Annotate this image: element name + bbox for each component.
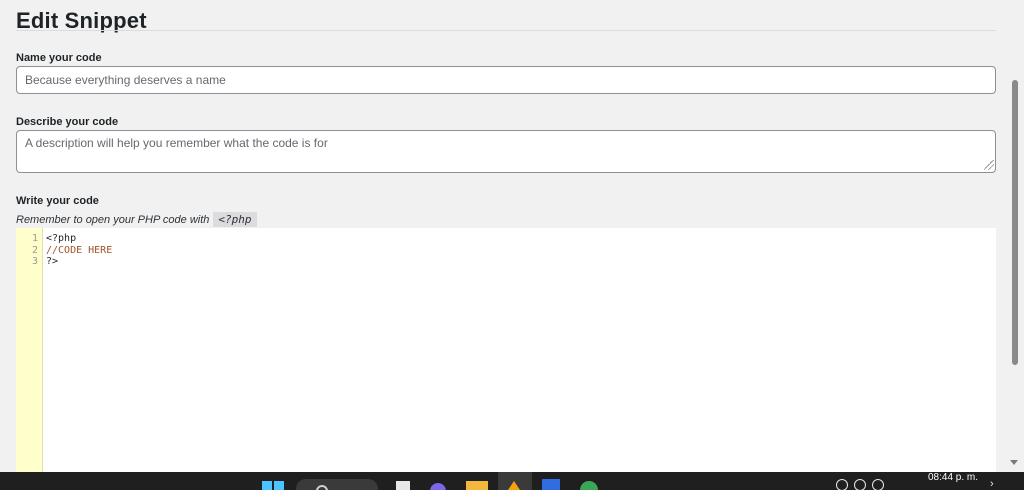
code-content[interactable]: <?php //CODE HERE ?> (46, 233, 112, 268)
taskbar-clock[interactable]: 08:44 p. m. (928, 472, 978, 484)
line-number-gutter: 1 2 3 (16, 228, 43, 472)
code-line[interactable]: <?php (46, 233, 112, 245)
code-editor[interactable]: 1 2 3 <?php //CODE HERE ?> (16, 228, 996, 472)
chat-icon[interactable] (430, 483, 446, 490)
code-line[interactable]: ?> (46, 256, 112, 268)
php-open-tag-chip: <?php (213, 212, 257, 227)
task-view-icon[interactable] (396, 481, 410, 490)
file-explorer-icon[interactable] (466, 481, 488, 490)
code-hint: Remember to open your PHP code with <?php (16, 212, 257, 227)
page-scrollbar[interactable] (1006, 0, 1024, 472)
line-number: 3 (31, 256, 38, 267)
textarea-resize-handle[interactable] (984, 160, 994, 170)
description-label: Describe your code (16, 116, 119, 128)
code-line-comment[interactable]: //CODE HERE (46, 245, 112, 257)
line-number: 2 (31, 244, 38, 256)
code-hint-text: Remember to open your PHP code with (16, 214, 210, 226)
edit-snippet-page: Edit Snippet Name your code Describe you… (0, 0, 1006, 472)
windows-start-icon[interactable] (262, 481, 284, 490)
tray-icon[interactable] (872, 479, 884, 490)
scroll-down-arrow-icon[interactable] (1010, 460, 1018, 465)
tray-icon[interactable] (854, 479, 866, 490)
system-tray[interactable] (836, 479, 890, 490)
search-icon (316, 485, 328, 490)
line-number: 1 (31, 233, 38, 244)
notification-chevron-icon[interactable]: › (990, 478, 994, 490)
name-label: Name your code (16, 52, 102, 64)
snippet-name-input[interactable] (16, 66, 996, 94)
scrollbar-thumb[interactable] (1012, 80, 1018, 365)
windows-taskbar: 08:44 p. m. › (0, 472, 1024, 490)
tray-icon[interactable] (836, 479, 848, 490)
snippet-description-textarea[interactable] (16, 130, 996, 173)
browser-icon[interactable] (580, 481, 598, 490)
code-label: Write your code (16, 195, 99, 207)
title-divider (16, 30, 996, 31)
store-icon[interactable] (542, 479, 560, 490)
line-numbers: 1 2 3 (16, 233, 38, 268)
taskbar-search[interactable] (296, 479, 378, 490)
